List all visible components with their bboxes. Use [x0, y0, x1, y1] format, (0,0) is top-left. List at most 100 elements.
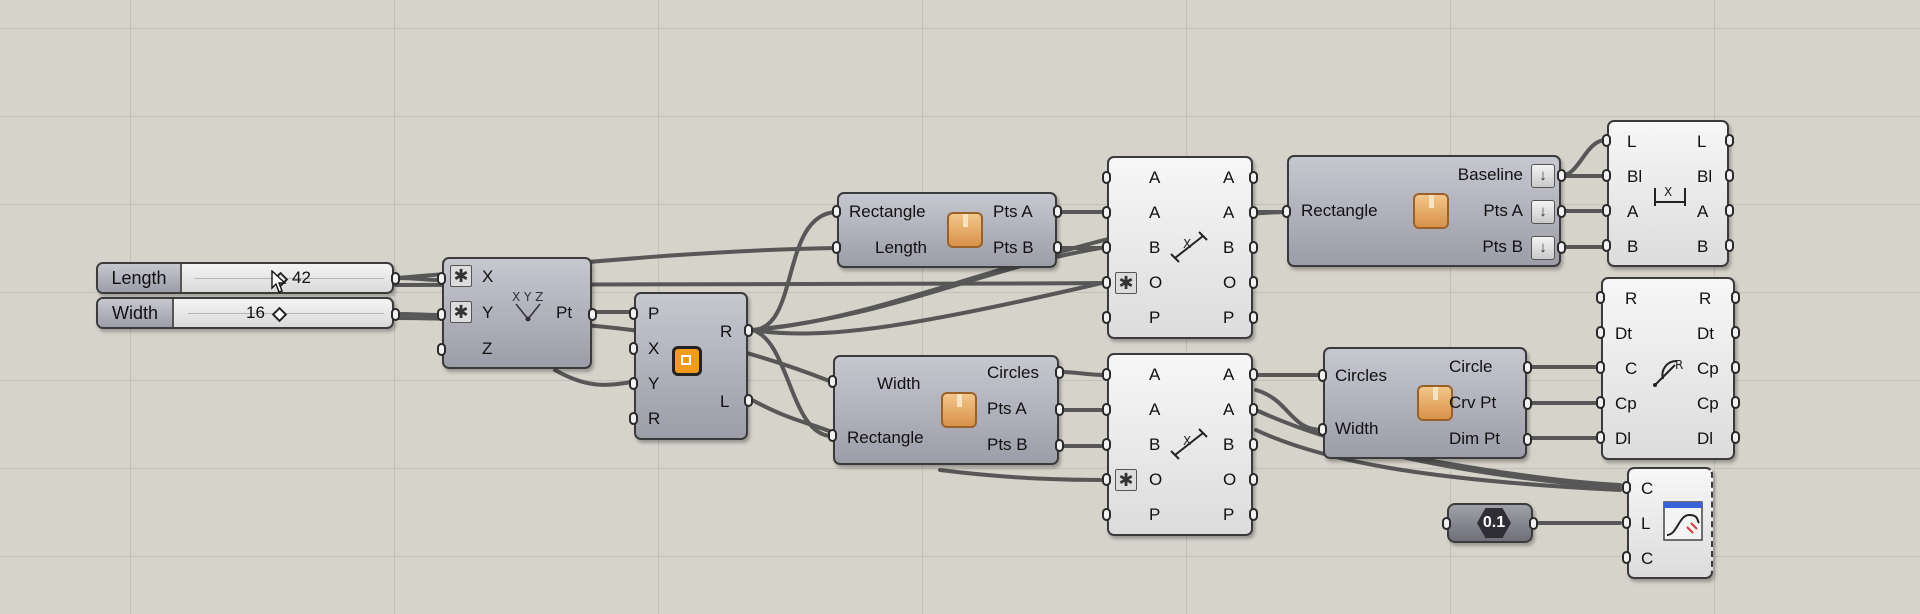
- radial-dimension-component[interactable]: R Dt C Cp Dl R R Dt Cp Cp Dl: [1601, 277, 1735, 460]
- dimension-mid-a-input[interactable]: [1102, 368, 1111, 381]
- cluster-circles-component[interactable]: Circles Width Circle Crv Pt Dim Pt: [1323, 347, 1527, 459]
- cluster-circles-circle-output[interactable]: [1523, 361, 1532, 374]
- radial-dim-r-input[interactable]: [1596, 291, 1605, 304]
- output-o-label: O: [1223, 470, 1237, 489]
- dimension-top-b-output[interactable]: [1249, 241, 1258, 254]
- cluster-circles-crv-pt-output[interactable]: [1523, 397, 1532, 410]
- cluster-top-component[interactable]: Rectangle Length Pts A Pts B: [837, 192, 1057, 268]
- dimension-top-component[interactable]: A A B ✱ O P X A A B O P: [1107, 156, 1253, 339]
- rectangle-r-output[interactable]: [744, 324, 753, 337]
- construct-point-x-input[interactable]: [437, 272, 446, 285]
- number-param-output[interactable]: [1529, 517, 1538, 530]
- rectangle-p-input[interactable]: [629, 307, 638, 320]
- construct-point-pt-output[interactable]: [588, 308, 597, 321]
- dimension-mid-p-input[interactable]: [1102, 508, 1111, 521]
- cluster-baseline-component[interactable]: Rectangle Baseline Pts A Pts B ↓ ↓ ↓: [1287, 155, 1561, 267]
- rectangle-l-output[interactable]: [744, 394, 753, 407]
- width-slider[interactable]: Width 16: [96, 297, 394, 329]
- width-slider-output[interactable]: [391, 308, 400, 321]
- input-b-label: B: [1627, 237, 1639, 256]
- dimension-top-a2-output[interactable]: [1249, 206, 1258, 219]
- output-b-label: B: [1223, 238, 1235, 257]
- radial-dim-dl-output[interactable]: [1731, 431, 1740, 444]
- number-param-component[interactable]: 0.1: [1447, 503, 1533, 543]
- dimension-top-o-input[interactable]: [1102, 276, 1111, 289]
- rectangle-x-input[interactable]: [629, 342, 638, 355]
- dimension-mid-b-output[interactable]: [1249, 438, 1258, 451]
- radial-dim-dl-input[interactable]: [1596, 431, 1605, 444]
- length-slider-output[interactable]: [391, 272, 400, 285]
- dimension-top-a-output[interactable]: [1249, 171, 1258, 184]
- dimension-mid-a2-input[interactable]: [1102, 403, 1111, 416]
- cluster-circles-circles-input[interactable]: [1318, 369, 1327, 382]
- preview-c-input[interactable]: [1622, 481, 1631, 494]
- preview-c2-input[interactable]: [1622, 551, 1631, 564]
- preview-l-input[interactable]: [1622, 516, 1631, 529]
- cluster-top-pts-b-output[interactable]: [1053, 241, 1062, 254]
- dimension-top-p-output[interactable]: [1249, 311, 1258, 324]
- input-a-label: A: [1149, 365, 1161, 384]
- flatten-arrow-icon[interactable]: ↓: [1531, 236, 1555, 260]
- construct-point-component[interactable]: ✱ ✱ X Y Z X Y Z Pt: [442, 257, 592, 369]
- dimension-top-o-output[interactable]: [1249, 276, 1258, 289]
- radial-dim-cp-output[interactable]: [1731, 361, 1740, 374]
- dim-out-top-l-input[interactable]: [1602, 134, 1611, 147]
- wire: [1398, 453, 1622, 487]
- output-pts-b-label: Pts B: [1482, 237, 1523, 256]
- rectangle-y-input[interactable]: [629, 377, 638, 390]
- rectangle-r-input[interactable]: [629, 412, 638, 425]
- cluster-mid-width-input[interactable]: [828, 375, 837, 388]
- radial-dim-dt-output[interactable]: [1731, 326, 1740, 339]
- width-slider-knob[interactable]: [271, 306, 288, 323]
- cluster-top-length-input[interactable]: [832, 241, 841, 254]
- cluster-top-rectangle-input[interactable]: [832, 205, 841, 218]
- preview-component[interactable]: C L C: [1627, 467, 1713, 579]
- radial-dim-cp-input[interactable]: [1596, 396, 1605, 409]
- dimension-mid-component[interactable]: A A B ✱ O P X A A B O P: [1107, 353, 1253, 536]
- dim-out-top-b-input[interactable]: [1602, 239, 1611, 252]
- cluster-mid-pts-a-output[interactable]: [1055, 403, 1064, 416]
- dimension-mid-b-input[interactable]: [1102, 438, 1111, 451]
- radial-dim-r-output[interactable]: [1731, 291, 1740, 304]
- construct-point-z-input[interactable]: [437, 343, 446, 356]
- dim-out-top-bl-input[interactable]: [1602, 169, 1611, 182]
- dim-out-top-b-output[interactable]: [1725, 239, 1734, 252]
- dimension-mid-a2-output[interactable]: [1249, 403, 1258, 416]
- rectangle-component[interactable]: P X Y R R L: [634, 292, 748, 440]
- input-y-label: Y: [482, 303, 494, 322]
- dimension-top-a2-input[interactable]: [1102, 206, 1111, 219]
- dim-out-top-component[interactable]: L Bl A B X L Bl A B: [1607, 120, 1729, 267]
- dimension-top-b-input[interactable]: [1102, 241, 1111, 254]
- dim-out-top-l-output[interactable]: [1725, 134, 1734, 147]
- radial-dim-dt-input[interactable]: [1596, 326, 1605, 339]
- input-a-label: A: [1627, 202, 1639, 221]
- construct-point-y-input[interactable]: [437, 308, 446, 321]
- cluster-baseline-baseline-output[interactable]: [1557, 169, 1566, 182]
- dim-out-top-a-output[interactable]: [1725, 204, 1734, 217]
- flatten-arrow-icon[interactable]: ↓: [1531, 164, 1555, 188]
- dimension-mid-o-input[interactable]: [1102, 473, 1111, 486]
- cluster-baseline-rectangle-input[interactable]: [1282, 205, 1291, 218]
- cluster-circles-dim-pt-output[interactable]: [1523, 433, 1532, 446]
- dim-out-top-bl-output[interactable]: [1725, 169, 1734, 182]
- cluster-mid-component[interactable]: Width Rectangle Circles Pts A Pts B: [833, 355, 1059, 465]
- dimension-mid-o-output[interactable]: [1249, 473, 1258, 486]
- dimension-mid-p-output[interactable]: [1249, 508, 1258, 521]
- number-param-input[interactable]: [1442, 517, 1451, 530]
- radial-dim-cp2-output[interactable]: [1731, 396, 1740, 409]
- cluster-mid-circles-output[interactable]: [1055, 366, 1064, 379]
- radial-dim-c-input[interactable]: [1596, 361, 1605, 374]
- cluster-baseline-pts-b-output[interactable]: [1557, 241, 1566, 254]
- length-slider-track[interactable]: [194, 278, 384, 279]
- dimension-mid-a-output[interactable]: [1249, 368, 1258, 381]
- flatten-arrow-icon[interactable]: ↓: [1531, 200, 1555, 224]
- dim-out-top-a-input[interactable]: [1602, 204, 1611, 217]
- cluster-baseline-pts-a-output[interactable]: [1557, 205, 1566, 218]
- length-slider[interactable]: Length 42: [96, 262, 394, 294]
- dimension-top-a-input[interactable]: [1102, 171, 1111, 184]
- dimension-top-p-input[interactable]: [1102, 311, 1111, 324]
- cluster-top-pts-a-output[interactable]: [1053, 205, 1062, 218]
- cluster-mid-pts-b-output[interactable]: [1055, 439, 1064, 452]
- cluster-circles-width-input[interactable]: [1318, 423, 1327, 436]
- cluster-mid-rectangle-input[interactable]: [828, 429, 837, 442]
